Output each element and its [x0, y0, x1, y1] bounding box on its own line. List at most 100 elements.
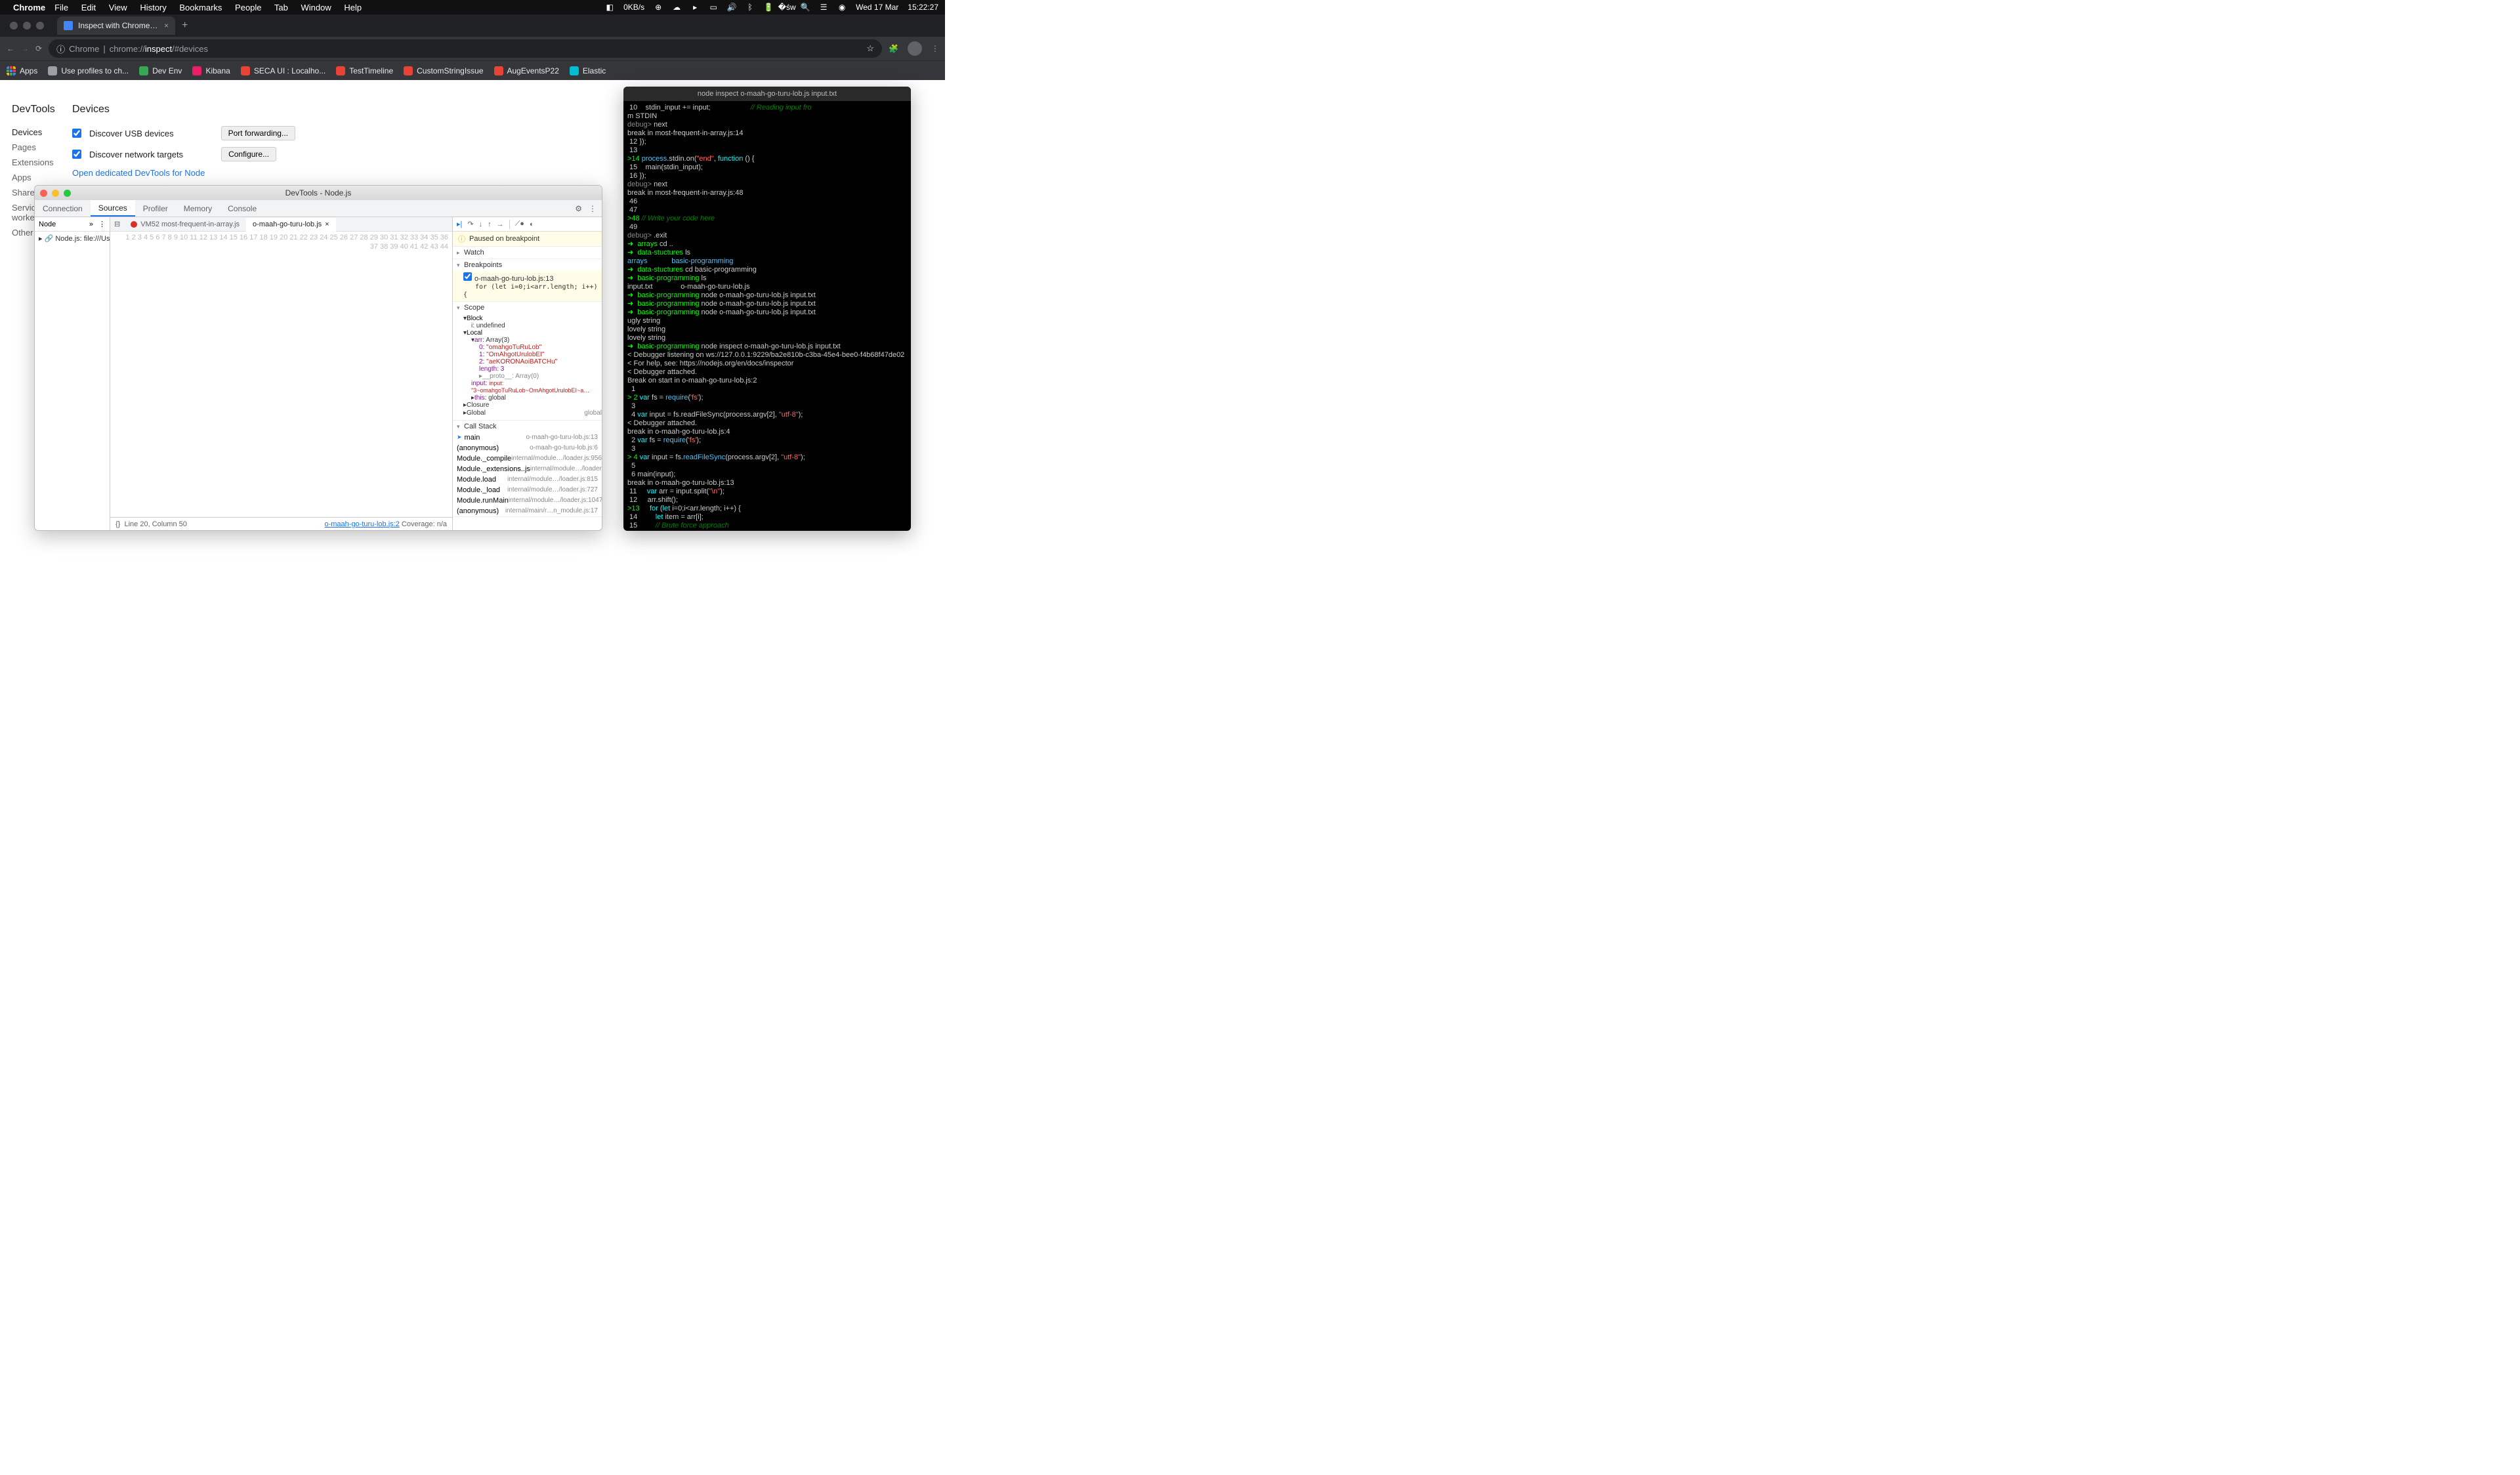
- menu-edit[interactable]: Edit: [81, 3, 96, 12]
- search-icon[interactable]: 🔍: [801, 3, 810, 12]
- sidebar-item-apps[interactable]: Apps: [12, 170, 72, 185]
- close-icon[interactable]: ×: [325, 220, 329, 228]
- devtools-window: DevTools - Node.js Connection Sources Pr…: [34, 185, 602, 531]
- reload-button[interactable]: ⟳: [35, 44, 42, 53]
- breakpoint-item[interactable]: o-maah-go-turu-lob.js:13 for (let i=0;i<…: [453, 271, 602, 301]
- forward-button[interactable]: →: [21, 44, 29, 53]
- tab-sources[interactable]: Sources: [91, 200, 135, 217]
- bookmark-item[interactable]: TestTimeline: [336, 66, 393, 75]
- terminal-body[interactable]: 10 stdin_input += input; // Reading inpu…: [623, 101, 911, 531]
- devtools-titlebar[interactable]: DevTools - Node.js: [35, 186, 602, 200]
- menu-window[interactable]: Window: [301, 3, 331, 12]
- cursor-position: Line 20, Column 50: [124, 520, 186, 528]
- bookmark-item[interactable]: Elastic: [570, 66, 606, 75]
- callstack-frame[interactable]: maino-maah-go-turu-lob.js:13: [453, 432, 602, 443]
- terminal-titlebar[interactable]: node inspect o-maah-go-turu-lob.js input…: [623, 87, 911, 101]
- play-icon[interactable]: ▸: [690, 3, 700, 12]
- menubar-date[interactable]: Wed 17 Mar: [856, 3, 898, 12]
- callstack-frame[interactable]: Module._compileinternal/module…/loader.j…: [453, 453, 602, 464]
- callstack-frame[interactable]: (anonymous)internal/main/r…n_module.js:1…: [453, 506, 602, 516]
- show-nav-icon[interactable]: ⊟: [110, 220, 124, 228]
- bp-checkbox[interactable]: [463, 272, 472, 281]
- callstack-frame[interactable]: Module._extensions..jsinternal/module…/l…: [453, 464, 602, 474]
- nav-tree-item[interactable]: ▸ 🔗 Node.js: file:///Users/: [35, 232, 110, 245]
- bookmark-item[interactable]: CustomStringIssue: [404, 66, 483, 75]
- step-into-icon[interactable]: ↓: [479, 220, 483, 228]
- file-tab[interactable]: VM52 most-frequent-in-array.js: [124, 217, 246, 231]
- breakpoints-section[interactable]: ▾Breakpoints: [453, 259, 602, 271]
- more-icon[interactable]: ⋮: [589, 204, 597, 213]
- bookmark-item[interactable]: Dev Env: [139, 66, 182, 75]
- menu-tab[interactable]: Tab: [274, 3, 288, 12]
- callstack-frame[interactable]: (anonymous)o-maah-go-turu-lob.js:6: [453, 443, 602, 453]
- window-controls[interactable]: [3, 22, 51, 30]
- terminal-title: node inspect o-maah-go-turu-lob.js input…: [698, 90, 837, 98]
- status-link[interactable]: o-maah-go-turu-lob.js:2: [324, 520, 399, 528]
- tab-close-icon[interactable]: ×: [164, 21, 169, 30]
- watch-section[interactable]: ▸Watch: [453, 247, 602, 259]
- tab-connection[interactable]: Connection: [35, 200, 91, 217]
- callstack-section[interactable]: ▾Call Stack: [453, 421, 602, 432]
- configure-button[interactable]: Configure...: [221, 147, 276, 161]
- open-devtools-link[interactable]: Open dedicated DevTools for Node: [72, 168, 205, 178]
- bookmark-apps[interactable]: Apps: [7, 66, 37, 75]
- step-over-icon[interactable]: ↷: [467, 220, 473, 228]
- tab-console[interactable]: Console: [220, 200, 264, 217]
- discover-net-checkbox[interactable]: [72, 150, 81, 159]
- sidebar-item-devices[interactable]: Devices: [12, 125, 72, 140]
- bookmark-item[interactable]: SECA UI : Localho...: [241, 66, 326, 75]
- profile-avatar[interactable]: [908, 41, 922, 56]
- callstack-frame[interactable]: Module.runMaininternal/module…/loader.js…: [453, 495, 602, 506]
- star-icon[interactable]: ☆: [866, 43, 874, 54]
- menu-help[interactable]: Help: [344, 3, 362, 12]
- menu-history[interactable]: History: [140, 3, 166, 12]
- scope-section[interactable]: ▾Scope: [453, 302, 602, 314]
- zoom-icon[interactable]: [64, 190, 71, 197]
- volume-icon[interactable]: 🔊: [727, 3, 736, 12]
- resume-icon[interactable]: ▸|: [457, 220, 462, 228]
- siri-icon[interactable]: ◉: [837, 3, 847, 12]
- step-icon[interactable]: →: [497, 220, 504, 228]
- close-icon[interactable]: [40, 190, 47, 197]
- screenrec-icon[interactable]: ◧: [605, 3, 614, 12]
- tab-profiler[interactable]: Profiler: [135, 200, 176, 217]
- cloud-icon[interactable]: ☁: [672, 3, 681, 12]
- tab-memory[interactable]: Memory: [176, 200, 220, 217]
- wifi-icon[interactable]: �św: [782, 3, 791, 12]
- discover-usb-checkbox[interactable]: [72, 129, 81, 138]
- menu-view[interactable]: View: [109, 3, 127, 12]
- site-info-icon[interactable]: ⓘ: [56, 43, 65, 55]
- deactivate-bp-icon[interactable]: ⟋●: [515, 220, 524, 228]
- chrome-menu-icon[interactable]: ⋮: [931, 44, 939, 53]
- browser-tab[interactable]: Inspect with Chrome Develope ×: [57, 16, 175, 35]
- bookmark-item[interactable]: Use profiles to ch...: [48, 66, 129, 75]
- step-out-icon[interactable]: ↑: [488, 220, 492, 228]
- sidebar-item-pages[interactable]: Pages: [12, 140, 72, 155]
- menubar-app[interactable]: Chrome: [13, 3, 45, 12]
- minimize-icon[interactable]: [52, 190, 59, 197]
- file-tab-active[interactable]: o-maah-go-turu-lob.js ×: [246, 218, 336, 232]
- back-button[interactable]: ←: [7, 44, 14, 53]
- callstack-frame[interactable]: Module._loadinternal/module…/loader.js:7…: [453, 485, 602, 495]
- bookmark-item[interactable]: AugEventsP22: [494, 66, 559, 75]
- menu-people[interactable]: People: [235, 3, 261, 12]
- sync-icon[interactable]: ⊕: [654, 3, 663, 12]
- port-forwarding-button[interactable]: Port forwarding...: [221, 126, 295, 140]
- bookmark-item[interactable]: Kibana: [192, 66, 230, 75]
- battery-icon[interactable]: 🔋: [764, 3, 773, 12]
- menu-bookmarks[interactable]: Bookmarks: [179, 3, 222, 12]
- control-center-icon[interactable]: ☰: [819, 3, 828, 12]
- bluetooth-icon[interactable]: ᛒ: [746, 3, 755, 12]
- nav-node[interactable]: Node: [39, 220, 56, 228]
- new-tab-button[interactable]: +: [182, 20, 188, 31]
- menubar-time[interactable]: 15:22:27: [908, 3, 938, 12]
- callstack-frame[interactable]: Module.loadinternal/module…/loader.js:81…: [453, 474, 602, 485]
- display-icon[interactable]: ▭: [709, 3, 718, 12]
- omnibox[interactable]: ⓘ Chrome | chrome://inspect/#devices ☆: [49, 39, 882, 58]
- sidebar-item-extensions[interactable]: Extensions: [12, 155, 72, 170]
- settings-icon[interactable]: ⚙: [575, 204, 582, 213]
- extensions-icon[interactable]: 🧩: [889, 44, 898, 53]
- menu-file[interactable]: File: [54, 3, 68, 12]
- code-editor[interactable]: 1 2 3 4 5 6 7 8 9 10 11 12 13 14 15 16 1…: [110, 232, 452, 517]
- pause-exc-icon[interactable]: ◐: [530, 220, 534, 228]
